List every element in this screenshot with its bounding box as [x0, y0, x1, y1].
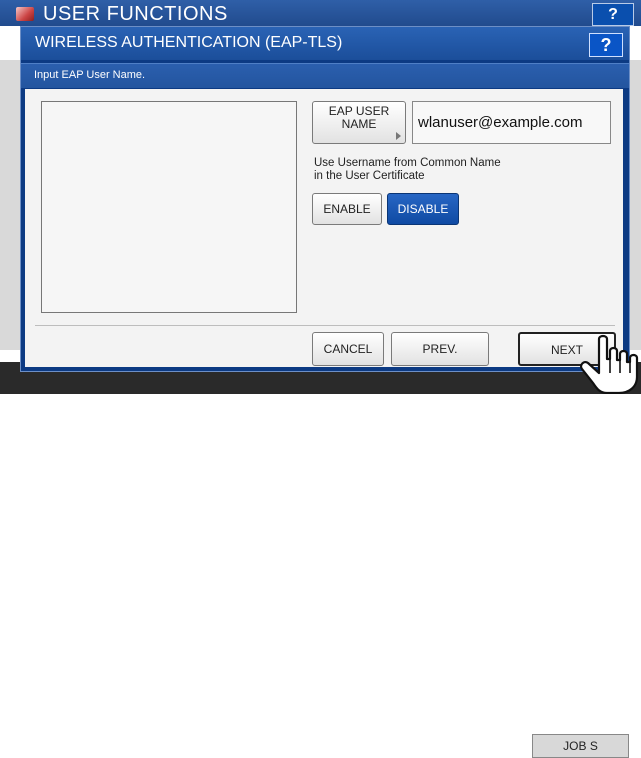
instruction-bar: Input EAP User Name.: [21, 63, 629, 88]
arrow-right-icon: [396, 132, 401, 140]
empty-list-panel: [41, 101, 297, 313]
divider: [35, 325, 615, 326]
clock: 2014/03/15 19 : 14: [460, 727, 524, 751]
disable-button[interactable]: DISABLE: [387, 193, 459, 225]
common-name-label-line1: Use Username from Common Name: [314, 157, 501, 169]
user-functions-icon: [16, 7, 34, 21]
background-header: USER FUNCTIONS ?: [0, 0, 641, 26]
clock-time: 19 : 14: [490, 739, 524, 751]
dialog-titlebar: WIRELESS AUTHENTICATION (EAP-TLS) ?: [21, 27, 629, 60]
job-status-button[interactable]: JOB S: [532, 734, 629, 758]
common-name-label: Use Username from Common Name in the Use…: [314, 157, 574, 183]
help-button[interactable]: ?: [589, 33, 623, 57]
instruction-text: Input EAP User Name.: [34, 69, 146, 81]
enable-button[interactable]: ENABLE: [312, 193, 382, 225]
eap-user-name-label: EAP USER NAME: [328, 104, 390, 131]
background-help-button[interactable]: ?: [592, 3, 634, 26]
eap-tls-dialog: WIRELESS AUTHENTICATION (EAP-TLS) ? Inpu…: [20, 26, 630, 372]
hand-pointer-icon: [580, 334, 639, 394]
common-name-label-line2: in the User Certificate: [314, 170, 425, 182]
background-left-panel: [0, 60, 20, 350]
cancel-button[interactable]: CANCEL: [312, 332, 384, 366]
eap-user-name-field[interactable]: wlanuser@example.com: [412, 101, 611, 144]
dialog-body: EAP USER NAME wlanuser@example.com Use U…: [25, 89, 623, 367]
eap-user-name-button[interactable]: EAP USER NAME: [312, 101, 406, 144]
prev-button[interactable]: PREV.: [391, 332, 489, 366]
clock-date: 2014/03/15: [468, 727, 524, 739]
background-title: USER FUNCTIONS: [43, 3, 228, 25]
dialog-title: WIRELESS AUTHENTICATION (EAP-TLS): [35, 34, 343, 51]
